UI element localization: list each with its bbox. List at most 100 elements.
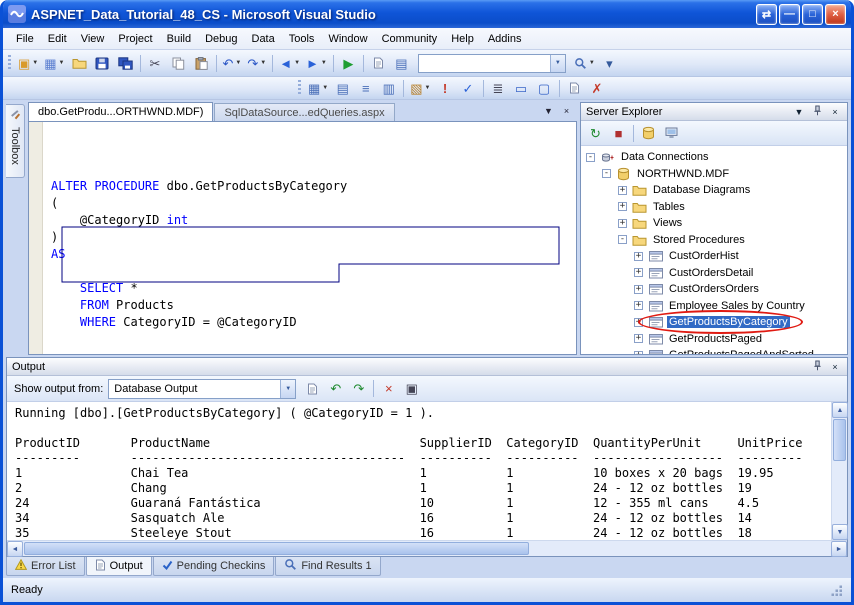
- stop-refresh-button[interactable]: ■: [607, 122, 630, 144]
- menu-addins[interactable]: Addins: [481, 28, 529, 49]
- scroll-up-button[interactable]: ▲: [832, 402, 848, 418]
- window-menu-button[interactable]: ▼: [792, 105, 806, 118]
- new-item-button[interactable]: ▣▼: [15, 52, 41, 74]
- collapse-icon[interactable]: -: [602, 169, 611, 178]
- clear-all-button[interactable]: ×: [377, 378, 400, 400]
- vertical-scrollbar[interactable]: ▲ ▼: [831, 402, 847, 540]
- refresh-button[interactable]: ↻: [584, 122, 607, 144]
- next-message-button[interactable]: ↷: [347, 378, 370, 400]
- connect-server-button[interactable]: [660, 122, 683, 144]
- expand-icon[interactable]: +: [634, 334, 643, 343]
- show-results-pane-button[interactable]: ▥: [377, 78, 400, 98]
- add-group-by-button[interactable]: ≣: [487, 78, 510, 98]
- sql-code[interactable]: ALTER PROCEDURE dbo.GetProductsByCategor…: [43, 122, 576, 354]
- vertical-scrollbar-thumb[interactable]: [833, 419, 846, 461]
- panel-tab-output[interactable]: Output: [86, 557, 152, 576]
- menu-project[interactable]: Project: [111, 28, 159, 49]
- menu-view[interactable]: View: [74, 28, 112, 49]
- tree-item-tables[interactable]: +Tables: [586, 199, 847, 216]
- tree-item-custordersorders[interactable]: +CustOrdersOrders: [586, 281, 847, 298]
- execute-sql-button[interactable]: !: [434, 78, 457, 98]
- toggle-word-wrap-button[interactable]: ▣: [400, 378, 423, 400]
- horizontal-scrollbar-thumb[interactable]: [24, 542, 529, 555]
- menu-tools[interactable]: Tools: [282, 28, 322, 49]
- scrollbar-track[interactable]: [530, 541, 831, 556]
- close-panel-button[interactable]: ×: [828, 105, 842, 118]
- menu-window[interactable]: Window: [321, 28, 374, 49]
- collapse-icon[interactable]: -: [618, 235, 627, 244]
- scroll-down-button[interactable]: ▼: [832, 524, 848, 540]
- expand-icon[interactable]: +: [618, 219, 627, 228]
- find-in-files-button[interactable]: ▼: [571, 52, 598, 74]
- output-header[interactable]: Output ×: [7, 358, 847, 376]
- tree-item-getproductspagedandsorted[interactable]: +GetProductsPagedAndSorted: [586, 347, 847, 354]
- maximize-button[interactable]: □: [802, 4, 823, 25]
- menu-file[interactable]: File: [9, 28, 41, 49]
- output-source-combobox[interactable]: Database Output ▼: [108, 379, 296, 399]
- previous-message-button[interactable]: ↶: [324, 378, 347, 400]
- close-document-button[interactable]: ×: [559, 104, 574, 118]
- tree-item-views[interactable]: +Views: [586, 215, 847, 232]
- toolbar-grip[interactable]: [8, 55, 11, 71]
- tree-item-stored-procedures[interactable]: -Stored Procedures: [586, 232, 847, 249]
- tree-item-data-connections[interactable]: -Data Connections: [586, 149, 847, 166]
- show-criteria-pane-button[interactable]: ▤: [331, 78, 354, 98]
- toolbar-options-button[interactable]: ▾: [598, 52, 621, 74]
- active-files-button[interactable]: ▼: [541, 104, 556, 118]
- cut-button[interactable]: ✂: [144, 52, 167, 74]
- tree-item-getproductsbycategory[interactable]: +GetProductsByCategory: [586, 314, 847, 331]
- collapse-icon[interactable]: -: [586, 153, 595, 162]
- tree-item-database-diagrams[interactable]: +Database Diagrams: [586, 182, 847, 199]
- tree-item-northwnd-mdf[interactable]: -NORTHWND.MDF: [586, 166, 847, 183]
- solution-explorer-button[interactable]: [367, 52, 390, 74]
- verify-sql-button[interactable]: ✓: [457, 78, 480, 98]
- expand-icon[interactable]: +: [618, 186, 627, 195]
- tree-item-employee-sales-by-country[interactable]: +Employee Sales by Country: [586, 298, 847, 315]
- scroll-left-button[interactable]: ◄: [7, 541, 23, 557]
- find-combobox[interactable]: ▼: [418, 54, 566, 73]
- tree-item-getproductspaged[interactable]: +GetProductsPaged: [586, 331, 847, 348]
- expand-icon[interactable]: +: [634, 252, 643, 261]
- properties-window-button[interactable]: ▤: [390, 52, 413, 74]
- titlebar[interactable]: ASPNET_Data_Tutorial_48_CS - Microsoft V…: [3, 0, 851, 28]
- undo-button[interactable]: ↶▼: [220, 52, 245, 74]
- add-item-button[interactable]: ▦▼: [41, 52, 67, 74]
- menu-edit[interactable]: Edit: [41, 28, 74, 49]
- paste-button[interactable]: [190, 52, 213, 74]
- expand-icon[interactable]: +: [634, 351, 643, 354]
- panel-tab-error-list[interactable]: Error List: [6, 557, 85, 576]
- output-console[interactable]: Running [dbo].[GetProductsByCategory] ( …: [7, 402, 831, 540]
- go-to-message-button[interactable]: [301, 378, 324, 400]
- horizontal-scrollbar[interactable]: ◄ ►: [7, 540, 847, 556]
- menu-help[interactable]: Help: [444, 28, 481, 49]
- auto-hide-button[interactable]: [810, 105, 824, 118]
- copy-button[interactable]: [167, 52, 190, 74]
- toolbar-grip[interactable]: [298, 80, 301, 96]
- change-type-button[interactable]: ▧▼: [407, 78, 433, 98]
- open-file-button[interactable]: [68, 52, 91, 74]
- menu-community[interactable]: Community: [375, 28, 445, 49]
- expand-icon[interactable]: +: [634, 301, 643, 310]
- expand-icon[interactable]: +: [634, 285, 643, 294]
- dropdown-arrow-icon[interactable]: ▼: [280, 380, 295, 398]
- navigate-backward-button[interactable]: ◄▼: [276, 52, 303, 74]
- save-button[interactable]: [91, 52, 114, 74]
- document-tab[interactable]: SqlDataSource...edQueries.aspx: [214, 103, 394, 121]
- panel-tab-pending-checkins[interactable]: Pending Checkins: [153, 557, 275, 576]
- menu-build[interactable]: Build: [160, 28, 198, 49]
- expand-icon[interactable]: +: [634, 318, 643, 327]
- sql-editor[interactable]: ALTER PROCEDURE dbo.GetProductsByCategor…: [28, 121, 577, 355]
- delete-from-database-button[interactable]: ✗: [586, 78, 609, 98]
- resize-grip[interactable]: [830, 584, 843, 597]
- add-derived-table-button[interactable]: ▢: [533, 78, 556, 98]
- close-button[interactable]: ×: [825, 4, 846, 25]
- toolbox-tab[interactable]: Toolbox: [6, 104, 25, 178]
- dropdown-arrow-icon[interactable]: ▼: [550, 55, 565, 72]
- tree-item-custorderhist[interactable]: +CustOrderHist: [586, 248, 847, 265]
- server-explorer-header[interactable]: Server Explorer ▼×: [581, 103, 847, 121]
- tree-item-custordersdetail[interactable]: +CustOrdersDetail: [586, 265, 847, 282]
- add-table-button[interactable]: ▭: [510, 78, 533, 98]
- document-tab[interactable]: dbo.GetProdu...ORTHWND.MDF): [28, 102, 213, 121]
- connect-database-button[interactable]: [637, 122, 660, 144]
- expand-icon[interactable]: +: [618, 202, 627, 211]
